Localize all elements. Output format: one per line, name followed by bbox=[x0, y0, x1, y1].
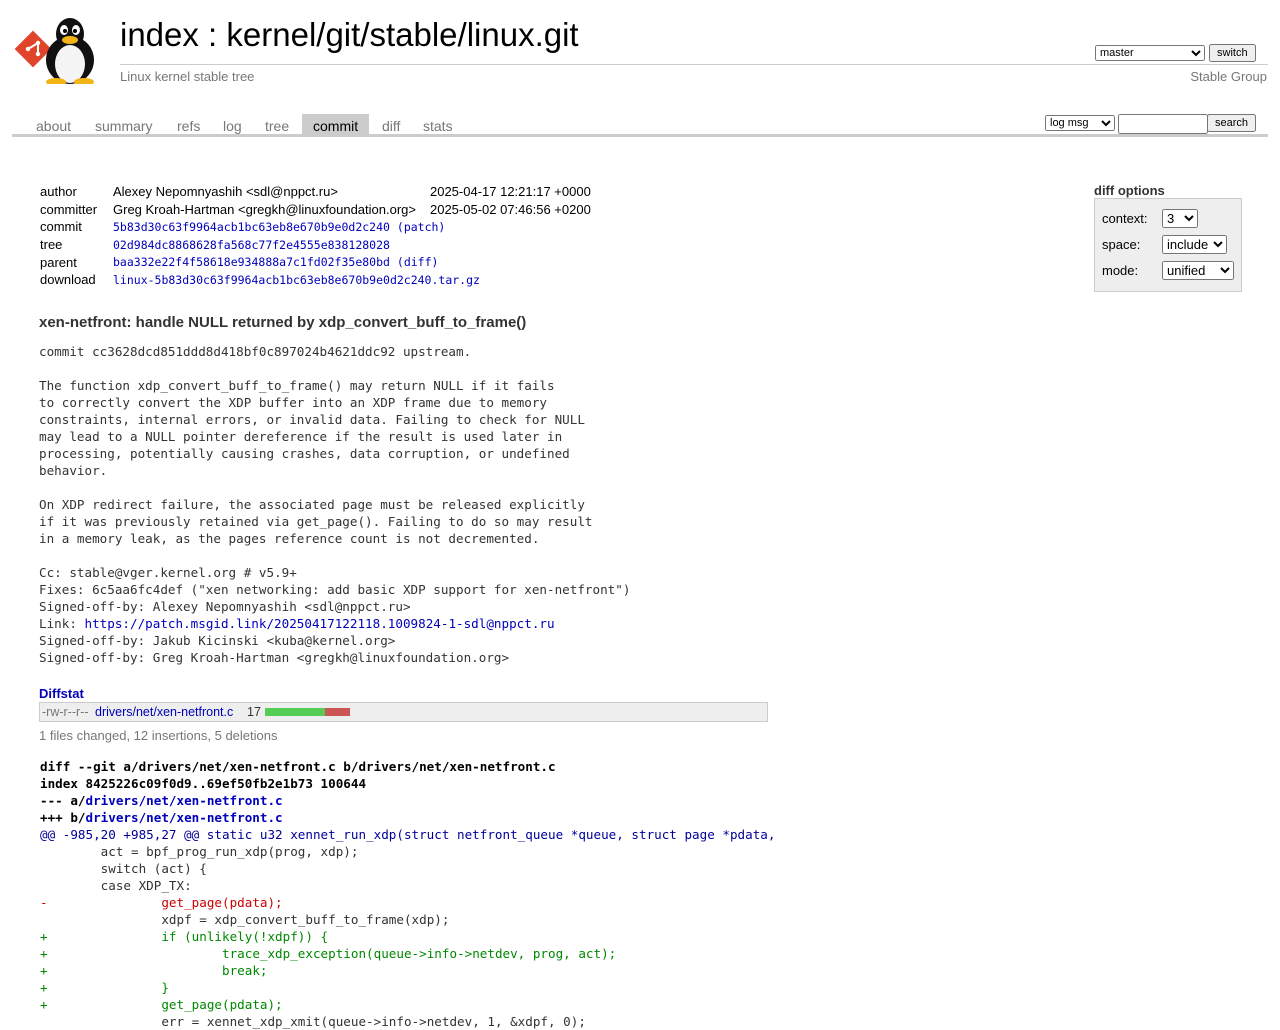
committer-date: 2025-05-02 07:46:56 +0200 bbox=[429, 201, 591, 217]
diff-options-title: diff options bbox=[1094, 183, 1165, 198]
search-type-select[interactable]: log msg bbox=[1045, 115, 1115, 131]
diff-line-ctx: act = bpf_prog_run_xdp(prog, xdp); bbox=[40, 844, 359, 859]
diff-options-panel: context: 3 space: include mode: unified bbox=[1094, 198, 1242, 292]
diff-line-add: + break; bbox=[40, 963, 268, 978]
tree-key: tree bbox=[40, 237, 63, 253]
switch-button[interactable]: switch bbox=[1209, 44, 1256, 62]
branch-select[interactable]: master bbox=[1095, 45, 1205, 61]
context-select[interactable]: 3 bbox=[1162, 209, 1198, 228]
tree-hash-link[interactable]: 02d984dc8868628fa568c77f2e4555e838128028 bbox=[113, 238, 390, 252]
space-select[interactable]: include bbox=[1162, 235, 1227, 254]
download-row: download linux-5b83d30c63f9964acb1bc63eb… bbox=[40, 271, 591, 289]
parent-hash-link[interactable]: baa332e22f4f58618e934888a7c1fd02f35e80bd bbox=[113, 255, 390, 269]
git-diamond-icon bbox=[14, 30, 52, 68]
diff-index-line: index 8425226c09f0d9..69ef50fb2e1b73 100… bbox=[40, 776, 367, 791]
parent-diff-link[interactable]: (diff) bbox=[397, 255, 439, 269]
commit-message: commit cc3628dcd851ddd8d418bf0c897024b46… bbox=[39, 343, 630, 666]
diffstat-row: -rw-r--r-- drivers/net/xen-netfront.c 17 bbox=[39, 702, 768, 722]
patch-msgid-link[interactable]: https://patch.msgid.link/20250417122118.… bbox=[85, 616, 555, 631]
search-button[interactable]: search bbox=[1207, 114, 1257, 132]
author-value: Alexey Nepomnyashih <sdl@nppct.ru> bbox=[113, 184, 338, 200]
parent-key: parent bbox=[40, 254, 77, 270]
diff-git-header: diff --git a/drivers/net/xen-netfront.c … bbox=[40, 759, 556, 774]
minus-file-link[interactable]: drivers/net/xen-netfront.c bbox=[86, 793, 283, 808]
author-row: author Alexey Nepomnyashih <sdl@nppct.ru… bbox=[40, 183, 591, 201]
author-key: author bbox=[40, 184, 77, 200]
parent-row: parent baa332e22f4f58618e934888a7c1fd02f… bbox=[40, 253, 591, 271]
commit-subject: xen-netfront: handle NULL returned by xd… bbox=[39, 314, 527, 331]
diff-line-add: + if (unlikely(!xdpf)) { bbox=[40, 929, 329, 944]
tab-summary[interactable]: summary bbox=[84, 114, 164, 134]
commit-info-table: author Alexey Nepomnyashih <sdl@nppct.ru… bbox=[40, 183, 591, 289]
patch-link[interactable]: (patch) bbox=[397, 220, 445, 234]
message-text: commit cc3628dcd851ddd8d418bf0c897024b46… bbox=[39, 344, 631, 631]
header-divider bbox=[120, 64, 1268, 65]
diff-line-ctx: switch (act) { bbox=[40, 861, 207, 876]
tab-stats[interactable]: stats bbox=[412, 114, 464, 134]
deletions-bar bbox=[325, 708, 350, 716]
insertions-bar bbox=[265, 708, 325, 716]
diff-line-ctx: case XDP_TX: bbox=[40, 878, 192, 893]
diff-line-add: + } bbox=[40, 980, 169, 995]
diff-minus-file-line: --- a/drivers/net/xen-netfront.c bbox=[40, 792, 775, 809]
title-separator: : bbox=[198, 16, 227, 53]
plus-file-link[interactable]: drivers/net/xen-netfront.c bbox=[86, 810, 283, 825]
download-key: download bbox=[40, 272, 96, 288]
cgit-tux-logo[interactable] bbox=[14, 12, 110, 84]
diffstat-header-link[interactable]: Diffstat bbox=[39, 686, 84, 701]
tab-refs[interactable]: refs bbox=[166, 114, 211, 134]
diffstat-summary: 1 files changed, 12 insertions, 5 deleti… bbox=[39, 728, 278, 743]
commit-key: commit bbox=[40, 219, 82, 235]
diff-line-add: + get_page(pdata); bbox=[40, 997, 283, 1012]
diff-line-del: - get_page(pdata); bbox=[40, 895, 283, 910]
diff-line-ctx: xdpf = xdp_convert_buff_to_frame(xdp); bbox=[40, 912, 450, 927]
repo-description: Linux kernel stable tree bbox=[120, 69, 255, 84]
download-tarball-link[interactable]: linux-5b83d30c63f9964acb1bc63eb8e670b9e0… bbox=[113, 273, 480, 287]
diffstat-file-link[interactable]: drivers/net/xen-netfront.c bbox=[95, 705, 233, 719]
minus-prefix: --- a/ bbox=[40, 793, 86, 808]
committer-value: Greg Kroah-Hartman <gregkh@linuxfoundati… bbox=[113, 201, 416, 217]
space-label: space: bbox=[1102, 237, 1141, 252]
tab-log[interactable]: log bbox=[212, 114, 253, 134]
message-trailers: Signed-off-by: Jakub Kicinski <kuba@kern… bbox=[39, 633, 510, 665]
tab-diff[interactable]: diff bbox=[371, 114, 411, 134]
committer-key: committer bbox=[40, 201, 98, 217]
committer-row: committer Greg Kroah-Hartman <gregkh@lin… bbox=[40, 201, 591, 219]
diff-line-hunk: @@ -985,20 +985,27 @@ static u32 xennet_… bbox=[40, 827, 776, 842]
tab-tree[interactable]: tree bbox=[254, 114, 300, 134]
diff-line-ctx: err = xennet_xdp_xmit(queue->info->netde… bbox=[40, 1014, 586, 1029]
tab-commit[interactable]: commit bbox=[302, 114, 370, 134]
mode-select[interactable]: unified bbox=[1162, 261, 1234, 280]
commit-row: commit 5b83d30c63f9964acb1bc63eb8e670b9e… bbox=[40, 218, 591, 236]
commit-hash-link[interactable]: 5b83d30c63f9964acb1bc63eb8e670b9e0d2c240 bbox=[113, 220, 390, 234]
file-mode: -rw-r--r-- bbox=[42, 705, 89, 719]
repo-link[interactable]: kernel/git/stable/linux.git bbox=[226, 16, 578, 53]
index-link[interactable]: index bbox=[120, 16, 199, 53]
tux-penguin-icon bbox=[46, 18, 94, 84]
repo-owner: Stable Group bbox=[1190, 69, 1267, 84]
plus-prefix: +++ b/ bbox=[40, 810, 86, 825]
tree-row: tree 02d984dc8868628fa568c77f2e4555e8381… bbox=[40, 236, 591, 254]
diff-line-add: + trace_xdp_exception(queue->info->netde… bbox=[40, 946, 617, 961]
diffstat-count: 17 bbox=[247, 705, 261, 719]
context-label: context: bbox=[1102, 211, 1148, 226]
mode-label: mode: bbox=[1102, 263, 1139, 278]
author-date: 2025-04-17 12:21:17 +0000 bbox=[429, 184, 591, 200]
search-input[interactable] bbox=[1118, 114, 1208, 134]
diff-plus-file-line: +++ b/drivers/net/xen-netfront.c bbox=[40, 809, 775, 826]
repo-title: index : kernel/git/stable/linux.git bbox=[120, 16, 579, 54]
diff-view: diff --git a/drivers/net/xen-netfront.c … bbox=[40, 758, 775, 1030]
tab-about[interactable]: about bbox=[25, 114, 82, 134]
diff-lines: @@ -985,20 +985,27 @@ static u32 xennet_… bbox=[40, 826, 775, 1030]
